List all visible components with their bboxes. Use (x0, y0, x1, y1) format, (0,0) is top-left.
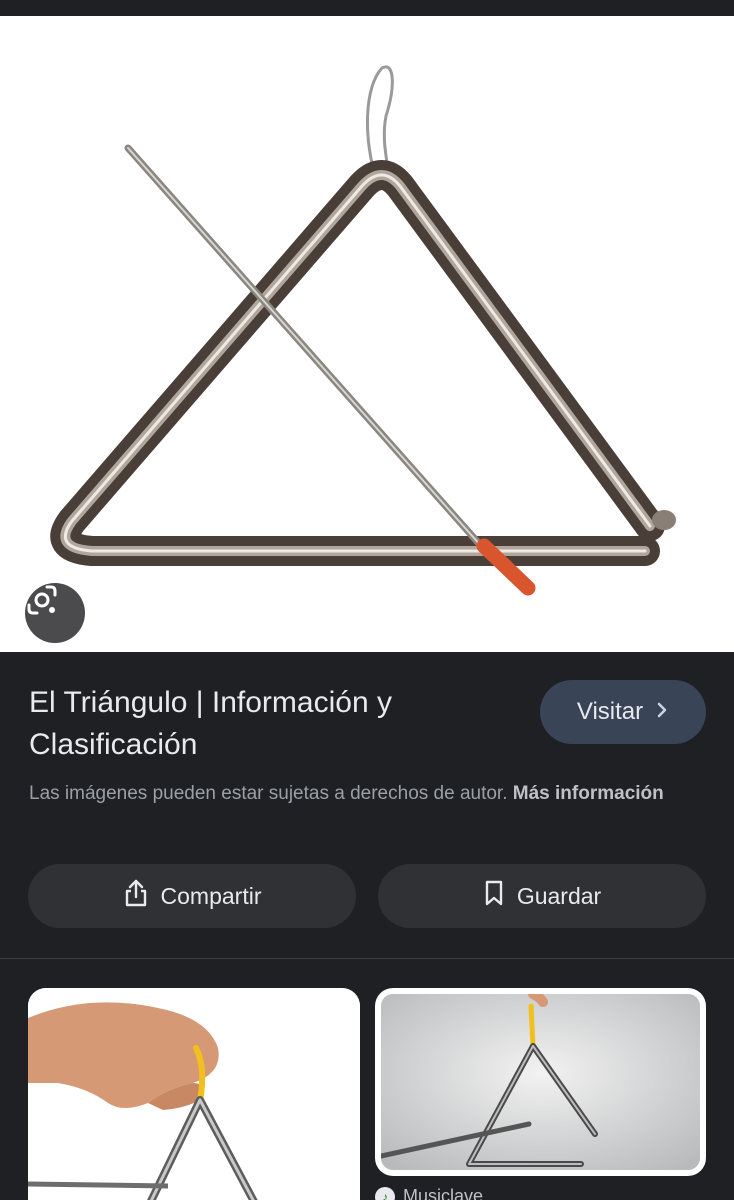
visit-label: Visitar (576, 698, 644, 725)
visit-button[interactable]: Visitar (540, 680, 706, 744)
chevron-right-icon (655, 698, 669, 726)
share-button[interactable]: Compartir (28, 864, 356, 928)
share-label: Compartir (160, 882, 262, 909)
related-source[interactable]: ♪ Musiclave (375, 1186, 483, 1200)
more-info-link[interactable]: Más información (513, 783, 664, 804)
result-title[interactable]: El Triángulo | Información y Clasificaci… (29, 682, 509, 766)
lens-button[interactable] (25, 583, 85, 643)
top-strip (0, 0, 734, 16)
related-image-card[interactable] (375, 988, 706, 1176)
triangle-instrument-image (50, 65, 676, 596)
related-image-hand-triangle (28, 988, 360, 1200)
site-favicon-icon: ♪ (375, 1186, 395, 1200)
share-icon (123, 878, 149, 914)
main-image[interactable] (0, 16, 734, 652)
divider (0, 958, 734, 959)
result-info-panel: El Triángulo | Información y Clasificaci… (0, 652, 734, 958)
related-image-frame (381, 994, 700, 1170)
save-button[interactable]: Guardar (378, 864, 706, 928)
bookmark-icon (483, 879, 505, 913)
copyright-notice: Las imágenes pueden estar sujetas a dere… (29, 780, 709, 808)
save-label: Guardar (516, 882, 602, 909)
related-image-card[interactable] (28, 988, 360, 1200)
related-image-triangle-gray (381, 994, 700, 1170)
copyright-text: Las imágenes pueden estar sujetas a dere… (29, 783, 508, 804)
related-source-name: Musiclave (403, 1186, 484, 1200)
